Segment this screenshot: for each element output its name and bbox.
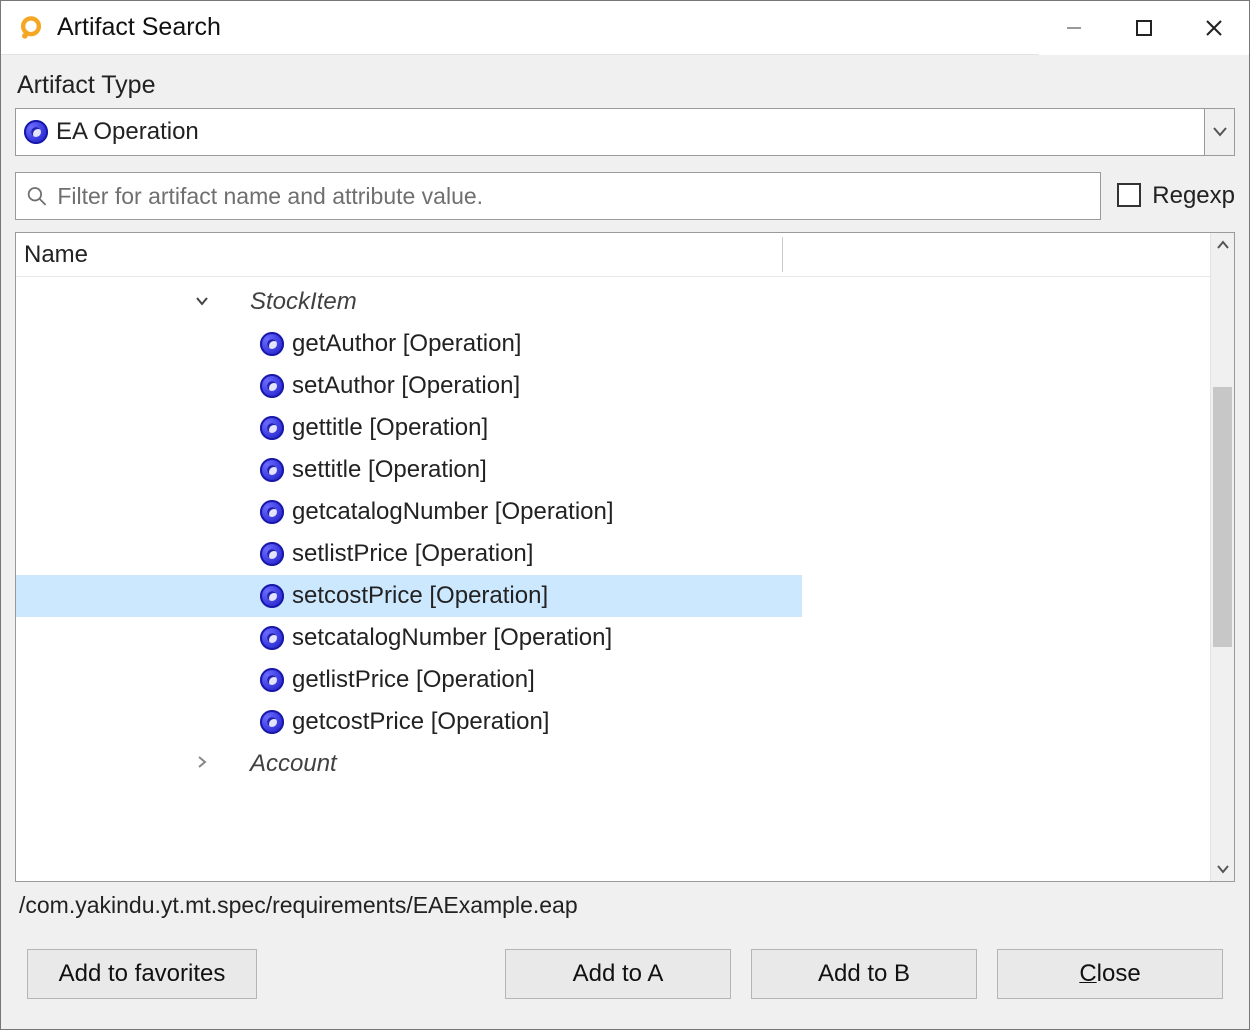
tree-item-label: getlistPrice [Operation] <box>292 666 535 694</box>
add-to-favorites-button[interactable]: Add to favorites <box>27 949 257 999</box>
titlebar: Artifact Search <box>1 1 1249 55</box>
maximize-icon <box>1136 20 1152 36</box>
tree-item-label: getAuthor [Operation] <box>292 330 521 358</box>
tree-item-label: setlistPrice [Operation] <box>292 540 533 568</box>
add-to-favorites-label: Add to favorites <box>59 960 226 988</box>
scroll-down-arrow[interactable] <box>1211 857 1234 881</box>
ea-operation-icon <box>24 120 48 144</box>
tree-item[interactable]: settitle [Operation] <box>16 449 1210 491</box>
search-icon <box>26 185 47 207</box>
ea-operation-icon <box>260 710 284 734</box>
close-button[interactable]: Close <box>997 949 1223 999</box>
ea-operation-icon <box>260 542 284 566</box>
minimize-button[interactable] <box>1039 1 1109 55</box>
regexp-checkbox-wrapper[interactable]: Regexp <box>1117 182 1235 210</box>
add-to-a-label: Add to A <box>573 960 664 988</box>
tree-item[interactable]: getcatalogNumber [Operation] <box>16 491 1210 533</box>
tree-item[interactable]: setcostPrice [Operation] <box>16 575 802 617</box>
scroll-track[interactable] <box>1211 257 1234 857</box>
tree-item[interactable]: setlistPrice [Operation] <box>16 533 1210 575</box>
tree-group-label: Account <box>250 750 337 778</box>
tree-item[interactable]: getAuthor [Operation] <box>16 323 1210 365</box>
chevron-down-icon <box>1213 127 1227 137</box>
ea-operation-icon <box>260 584 284 608</box>
chevron-up-icon <box>1217 240 1229 250</box>
add-to-b-button[interactable]: Add to B <box>751 949 977 999</box>
artifact-type-dropdown[interactable]: EA Operation <box>15 108 1235 156</box>
status-path: /com.yakindu.yt.mt.spec/requirements/EAE… <box>15 882 1235 925</box>
scroll-thumb[interactable] <box>1213 387 1232 647</box>
tree-item[interactable]: getcostPrice [Operation] <box>16 701 1210 743</box>
tree-group[interactable]: Account <box>16 743 1210 785</box>
app-icon <box>17 14 45 42</box>
close-label: Close <box>1079 960 1140 988</box>
tree-item[interactable]: setAuthor [Operation] <box>16 365 1210 407</box>
tree-group-label: StockItem <box>250 288 357 316</box>
tree-item-label: setcostPrice [Operation] <box>292 582 548 610</box>
artifact-type-value: EA Operation <box>56 118 199 146</box>
tree-item-label: setAuthor [Operation] <box>292 372 520 400</box>
tree-item-label: getcostPrice [Operation] <box>292 708 549 736</box>
column-divider[interactable] <box>782 237 783 272</box>
maximize-button[interactable] <box>1109 1 1179 55</box>
ea-operation-icon <box>260 416 284 440</box>
add-to-b-label: Add to B <box>818 960 910 988</box>
tree-item[interactable]: gettitle [Operation] <box>16 407 1210 449</box>
chevron-right-icon[interactable] <box>192 755 212 773</box>
minimize-icon <box>1065 19 1083 37</box>
close-icon <box>1205 19 1223 37</box>
regexp-checkbox[interactable] <box>1117 183 1141 207</box>
window-title: Artifact Search <box>57 13 221 42</box>
tree-item-label: settitle [Operation] <box>292 456 487 484</box>
artifact-search-dialog: Artifact Search Artifact Type EA Operati… <box>0 0 1250 1030</box>
filter-input-wrapper[interactable] <box>15 172 1101 220</box>
artifact-type-label: Artifact Type <box>17 71 1235 100</box>
vertical-scrollbar[interactable] <box>1210 233 1234 881</box>
add-to-a-button[interactable]: Add to A <box>505 949 731 999</box>
chevron-down-icon[interactable] <box>192 293 212 311</box>
tree-item-label: setcatalogNumber [Operation] <box>292 624 612 652</box>
ea-operation-icon <box>260 332 284 356</box>
ea-operation-icon <box>260 668 284 692</box>
chevron-down-icon <box>1217 864 1229 874</box>
tree-column-header[interactable]: Name <box>16 233 1210 277</box>
tree-item[interactable]: getlistPrice [Operation] <box>16 659 1210 701</box>
tree-item-label: getcatalogNumber [Operation] <box>292 498 614 526</box>
ea-operation-icon <box>260 458 284 482</box>
tree-item[interactable]: setcatalogNumber [Operation] <box>16 617 1210 659</box>
dropdown-arrow[interactable] <box>1204 109 1234 155</box>
ea-operation-icon <box>260 626 284 650</box>
regexp-label: Regexp <box>1152 182 1235 209</box>
close-window-button[interactable] <box>1179 1 1249 55</box>
tree-group[interactable]: StockItem <box>16 281 1210 323</box>
ea-operation-icon <box>260 374 284 398</box>
tree-item-label: gettitle [Operation] <box>292 414 488 442</box>
scroll-up-arrow[interactable] <box>1211 233 1234 257</box>
results-tree: Name StockItem getAuthor [Operation] setAu… <box>15 232 1235 882</box>
filter-input[interactable] <box>57 183 1089 210</box>
column-header-name: Name <box>24 241 88 269</box>
ea-operation-icon <box>260 500 284 524</box>
